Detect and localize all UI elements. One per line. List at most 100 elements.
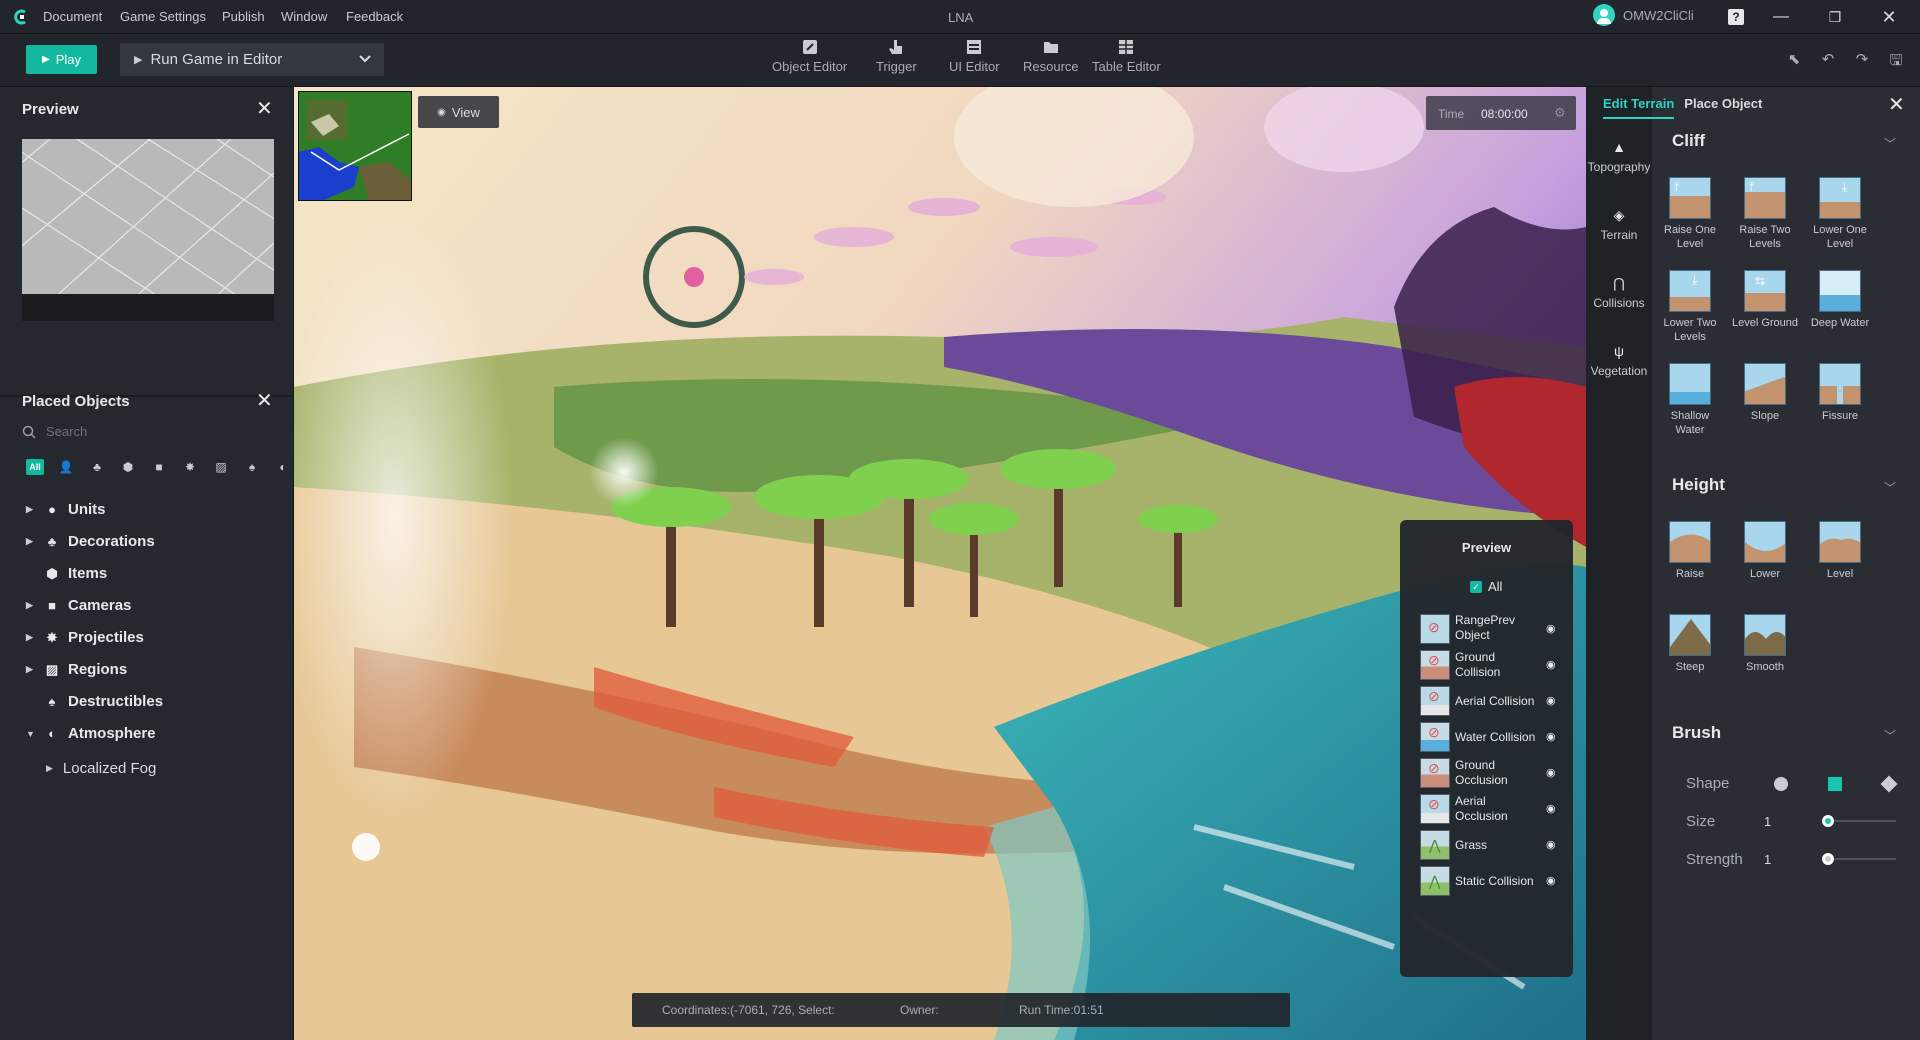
tool-table-editor[interactable]: Table Editor	[1092, 38, 1161, 74]
tool-trigger[interactable]: Trigger	[876, 38, 917, 74]
tree-item-regions[interactable]: ▶ ▨ Regions	[26, 661, 127, 678]
tool-shallow-water[interactable]: Shallow Water	[1655, 363, 1725, 437]
gear-icon[interactable]: ⚙	[1554, 105, 1566, 121]
tool-resource[interactable]: Resource	[1023, 38, 1079, 74]
layer-row[interactable]: ⊘ Ground Occlusion ◉	[1420, 756, 1560, 790]
tab-place-object[interactable]: Place Object	[1684, 96, 1762, 119]
tree-item-cameras[interactable]: ▶ ■ Cameras	[26, 597, 131, 614]
redo-icon[interactable]: ↷	[1852, 50, 1872, 70]
burst-icon[interactable]: ✸	[181, 459, 199, 475]
strength-slider[interactable]	[1826, 858, 1896, 860]
user-account[interactable]: OMW2CliCli	[1593, 4, 1694, 26]
eye-icon[interactable]: ◉	[1546, 766, 1560, 780]
view-button[interactable]: ◉ View	[418, 96, 499, 128]
menu-document[interactable]: Document	[43, 9, 102, 24]
close-window-icon[interactable]: ✕	[1878, 6, 1900, 28]
camera-icon[interactable]: ■	[150, 459, 168, 475]
tree-item-items[interactable]: ⬢ Items	[26, 565, 107, 582]
tree-item-destructibles[interactable]: ♠ Destructibles	[26, 693, 164, 710]
tool-lower-two-levels[interactable]: ⤓ Lower Two Levels	[1655, 270, 1725, 344]
expand-arrow-icon[interactable]: ▶	[26, 664, 36, 675]
menu-feedback[interactable]: Feedback	[346, 9, 403, 24]
close-preview-icon[interactable]: ✕	[256, 99, 273, 119]
tree-item-localized-fog[interactable]: ▶ Localized Fog	[46, 760, 156, 777]
expand-arrow-icon[interactable]: ▶	[26, 504, 36, 515]
eye-icon[interactable]: ◉	[1546, 730, 1560, 744]
layer-row[interactable]: ⋀ Grass ◉	[1420, 828, 1560, 862]
strength-value[interactable]: 1	[1764, 852, 1771, 867]
menu-publish[interactable]: Publish	[222, 9, 265, 24]
size-slider[interactable]	[1826, 820, 1896, 822]
tree-item-atmosphere[interactable]: ▼ ◐ Atmosphere	[26, 725, 156, 742]
undo-icon[interactable]: ↶	[1818, 50, 1838, 70]
save-icon[interactable]: 🖫	[1886, 50, 1906, 70]
tree-item-projectiles[interactable]: ▶ ✸ Projectiles	[26, 629, 144, 646]
expand-arrow-icon[interactable]: ▶	[26, 536, 36, 547]
tool-level[interactable]: Level	[1805, 521, 1875, 581]
menu-game-settings[interactable]: Game Settings	[120, 9, 206, 24]
restore-icon[interactable]: ❐	[1824, 6, 1846, 28]
atmosphere-icon[interactable]: ◐	[274, 459, 292, 475]
all-checkbox[interactable]: ✓ All	[1470, 579, 1502, 594]
tool-lower-one-level[interactable]: ⤓ Lower One Level	[1805, 177, 1875, 251]
scene-viewport[interactable]: ◉ View Time 08:00:00 ⚙ Preview ✓ All ⊘ Ra…	[294, 87, 1586, 1040]
minimap[interactable]	[298, 91, 412, 201]
cube-icon[interactable]: ⬢	[119, 459, 137, 475]
tool-smooth[interactable]: Smooth	[1730, 614, 1800, 674]
chevron-down-icon[interactable]: ﹀	[1884, 479, 1896, 496]
layer-row[interactable]: ⊘RangePrev Object Collisionot ◉	[1420, 612, 1560, 646]
time-display[interactable]: Time 08:00:00 ⚙	[1426, 96, 1576, 130]
eye-icon[interactable]: ◉	[1546, 658, 1560, 672]
tree-item-decorations[interactable]: ▶ ♣ Decorations	[26, 533, 155, 550]
filter-all[interactable]: All	[26, 459, 44, 475]
eye-icon[interactable]: ◉	[1546, 838, 1560, 852]
tool-slope[interactable]: Slope	[1730, 363, 1800, 423]
strength-slider-handle[interactable]	[1822, 853, 1834, 865]
close-terrain-panel-icon[interactable]: ✕	[1888, 95, 1905, 115]
tree-item-units[interactable]: ▶ ● Units	[26, 501, 106, 518]
tool-raise-two-levels[interactable]: ⤒ Raise Two Levels	[1730, 177, 1800, 251]
tab-edit-terrain[interactable]: Edit Terrain	[1603, 96, 1675, 119]
layer-row[interactable]: ⊘ Aerial Occlusion ◉	[1420, 792, 1560, 826]
scene-render[interactable]	[294, 87, 1586, 1040]
eye-icon[interactable]: ◉	[1546, 694, 1560, 708]
tool-level-ground[interactable]: ⇆ Level Ground	[1730, 270, 1800, 330]
run-game-dropdown[interactable]: ▶ Run Game in Editor	[120, 43, 384, 76]
tool-raise[interactable]: Raise	[1655, 521, 1725, 581]
minimize-icon[interactable]: —	[1770, 6, 1792, 28]
menu-window[interactable]: Window	[281, 9, 327, 24]
tab-collisions[interactable]: ⋂ Collisions	[1586, 275, 1652, 310]
search-input[interactable]: Search	[22, 424, 87, 439]
size-slider-handle[interactable]	[1822, 815, 1834, 827]
destructible-icon[interactable]: ♠	[243, 459, 261, 475]
unit-icon[interactable]: 👤	[57, 459, 75, 475]
layer-row[interactable]: ⋀ Static Collision ◉	[1420, 864, 1560, 898]
tab-terrain[interactable]: ◈ Terrain	[1586, 207, 1652, 242]
circle-shape-icon[interactable]	[1774, 777, 1788, 791]
diamond-shape-icon[interactable]	[1880, 775, 1898, 793]
tool-deep-water[interactable]: Deep Water	[1805, 270, 1875, 330]
tree-icon[interactable]: ♣	[88, 459, 106, 475]
play-button[interactable]: ▶ Play	[26, 45, 97, 74]
tool-lower[interactable]: Lower	[1730, 521, 1800, 581]
expand-arrow-icon[interactable]: ▶	[46, 763, 53, 774]
tool-raise-one-level[interactable]: ⤒ Raise One Level	[1655, 177, 1725, 251]
square-shape-icon[interactable]	[1828, 777, 1842, 791]
chevron-down-icon[interactable]: ﹀	[1884, 135, 1896, 152]
eye-icon[interactable]: ◉	[1546, 874, 1560, 888]
close-placed-objects-icon[interactable]: ✕	[256, 391, 273, 411]
layer-row[interactable]: ⊘ Aerial Collision ◉	[1420, 684, 1560, 718]
tool-ui-editor[interactable]: UI Editor	[949, 38, 1000, 74]
tab-vegetation[interactable]: ψ Vegetation	[1586, 343, 1652, 378]
help-icon[interactable]: ?	[1728, 9, 1744, 25]
region-icon[interactable]: ▨	[212, 459, 230, 475]
tool-object-editor[interactable]: Object Editor	[772, 38, 847, 74]
layer-row[interactable]: ⊘ Ground Collision ◉	[1420, 648, 1560, 682]
collapse-arrow-icon[interactable]: ▼	[26, 729, 36, 739]
eye-icon[interactable]: ◉	[1546, 802, 1560, 816]
expand-arrow-icon[interactable]: ▶	[26, 632, 36, 643]
chevron-down-icon[interactable]: ﹀	[1884, 727, 1896, 744]
tool-fissure[interactable]: Fissure	[1805, 363, 1875, 423]
select-cursor-icon[interactable]: ⬉	[1784, 50, 1804, 70]
tool-steep[interactable]: Steep	[1655, 614, 1725, 674]
